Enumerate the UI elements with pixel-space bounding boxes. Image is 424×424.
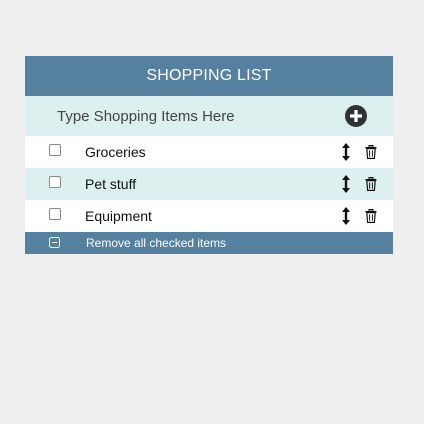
list-header: SHOPPING LIST [25, 56, 393, 96]
vertical-move-icon[interactable] [341, 207, 351, 225]
trash-icon[interactable] [365, 209, 377, 223]
remove-checked-button[interactable]: Remove all checked items [86, 236, 226, 250]
list-item: Groceries [25, 136, 393, 168]
list-title: SHOPPING LIST [146, 67, 272, 84]
item-checkbox[interactable] [49, 176, 61, 188]
item-label: Equipment [85, 208, 152, 224]
vertical-move-icon[interactable] [341, 175, 351, 193]
plus-circle-icon[interactable] [345, 105, 367, 127]
item-label: Groceries [85, 144, 146, 160]
list-footer: Remove all checked items [25, 232, 393, 254]
shopping-item-input[interactable] [33, 102, 357, 130]
vertical-move-icon[interactable] [341, 143, 351, 161]
item-checkbox[interactable] [49, 208, 61, 220]
minus-square-icon[interactable] [49, 237, 60, 248]
input-row [25, 96, 393, 136]
item-checkbox[interactable] [49, 144, 61, 156]
list-item: Equipment [25, 200, 393, 232]
list-item: Pet stuff [25, 168, 393, 200]
trash-icon[interactable] [365, 177, 377, 191]
item-label: Pet stuff [85, 176, 137, 192]
shopping-list-panel: SHOPPING LIST Groceries Pet stuff [25, 56, 393, 254]
trash-icon[interactable] [365, 145, 377, 159]
